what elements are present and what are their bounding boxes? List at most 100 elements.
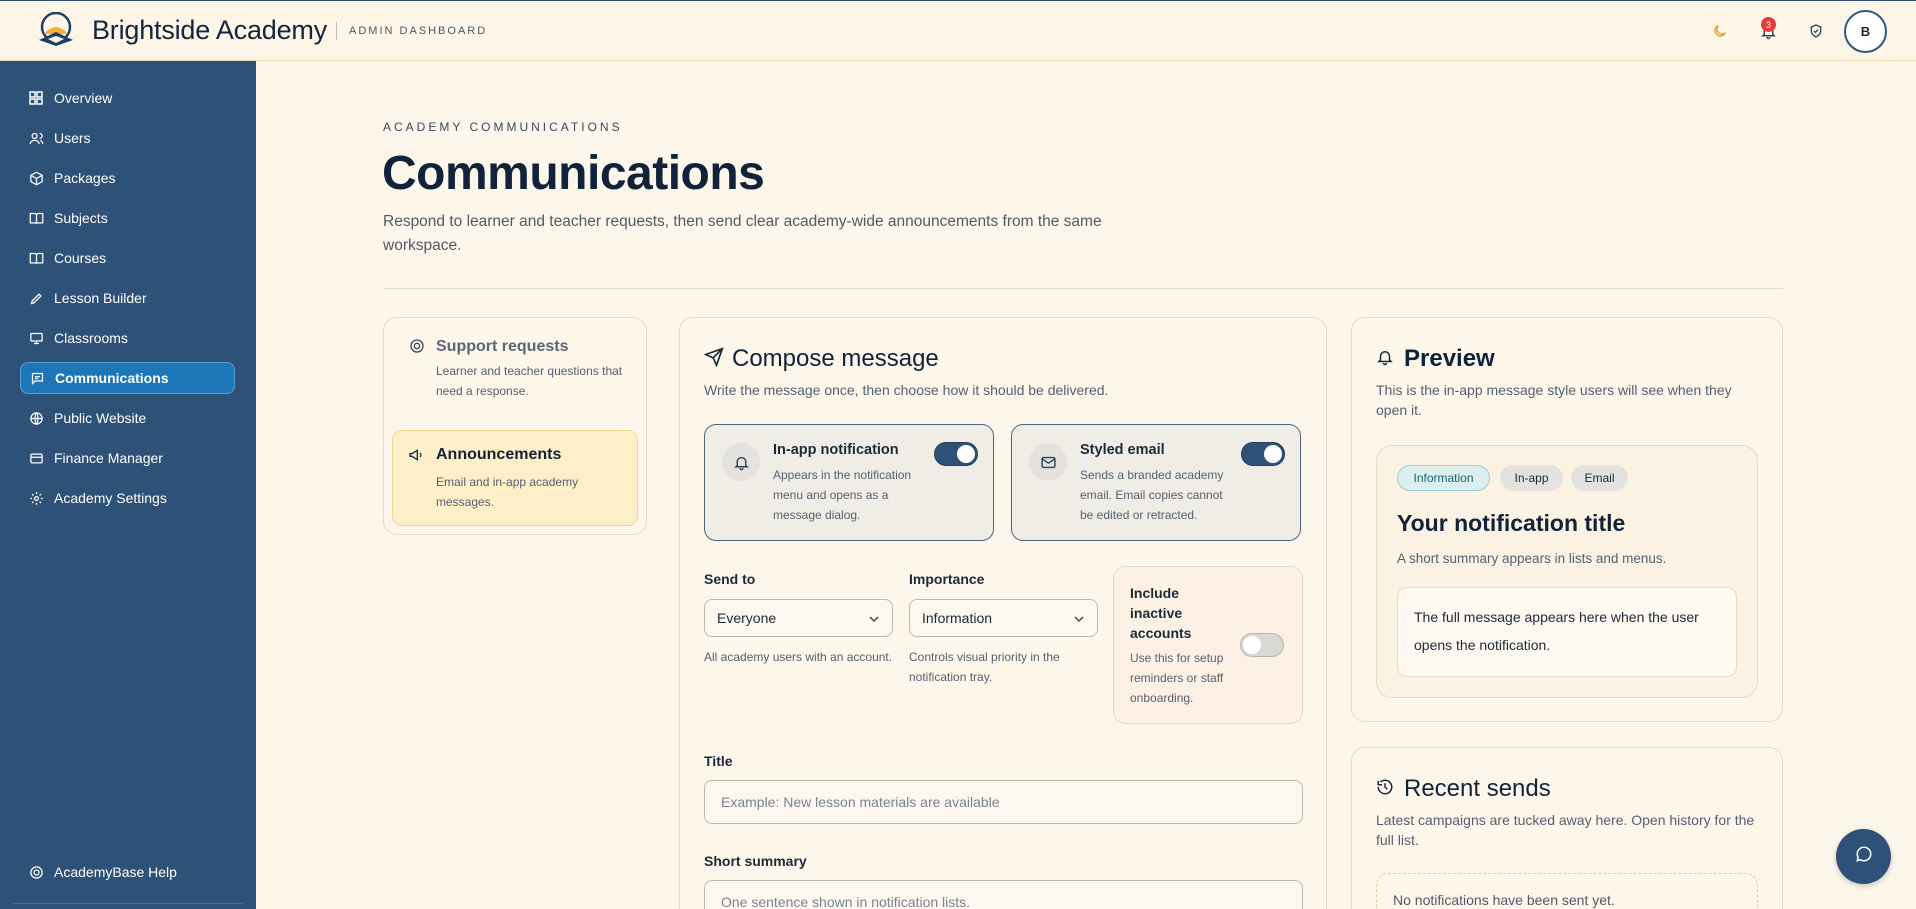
in-app-toggle[interactable] [934,442,978,466]
chevron-down-icon [1073,612,1085,628]
package-icon [28,170,44,186]
book-icon [28,250,44,266]
gear-icon [28,490,44,506]
channel-email[interactable]: Styled email Sends a branded academy ema… [1011,424,1301,541]
sidebar-item-label: Finance Manager [54,450,163,466]
title-input[interactable]: Example: New lesson materials are availa… [704,780,1303,824]
sidebar-item-courses[interactable]: Courses [20,242,235,274]
sidebar-item-label: Public Website [54,410,147,426]
users-icon [28,130,44,146]
tab-support-requests[interactable]: Support requests Learner and teacher que… [392,328,638,406]
inactive-accounts-help: Use this for setup reminders or staff on… [1130,651,1224,705]
message-icon [29,370,45,386]
sidebar-item-label: AcademyBase Help [54,864,177,880]
sidebar-item-label: Subjects [54,210,108,226]
sidebar-item-academy-settings[interactable]: Academy Settings [20,482,235,514]
book-open-icon [28,210,44,226]
chip-information: Information [1397,465,1490,491]
notification-body: The full message appears here when the u… [1397,587,1737,677]
recent-sends-title: Recent sends [1404,775,1551,802]
globe-icon [28,410,44,426]
sidebar: Overview Users Packages Subjects Courses… [0,61,256,909]
sidebar-item-public-website[interactable]: Public Website [20,402,235,434]
send-icon [703,347,724,372]
sidebar-item-label: Communications [55,370,169,386]
sidebar-item-packages[interactable]: Packages [20,162,235,194]
page-title: Communications [382,147,765,200]
tab-title: Announcements [436,446,562,463]
channel-title: Styled email [1080,442,1165,458]
inactive-accounts-toggle[interactable] [1240,633,1284,657]
top-bar: Brightside Academy ADMIN DASHBOARD 3 B [0,0,1916,61]
importance-select[interactable]: Information [909,599,1098,637]
bell-icon [722,443,760,481]
importance-help: Controls visual priority in the notifica… [909,650,1060,684]
grid-icon [28,90,44,106]
sidebar-item-label: Packages [54,170,116,186]
sidebar-item-label: Classrooms [54,330,128,346]
sidebar-item-users[interactable]: Users [20,122,235,154]
lifebuoy-icon [409,338,425,359]
megaphone-icon [408,447,424,468]
tab-description: Learner and teacher questions that need … [436,364,623,398]
send-to-value: Everyone [717,610,777,626]
sidebar-item-subjects[interactable]: Subjects [20,202,235,234]
compose-description: Write the message once, then choose how … [704,382,1109,398]
notification-summary: A short summary appears in lists and men… [1397,551,1667,566]
email-toggle[interactable] [1241,442,1285,466]
chip-in-app: In-app [1500,465,1563,491]
channel-description: Sends a branded academy email. Email cop… [1080,468,1224,522]
summary-placeholder: One sentence shown in notification lists… [721,894,971,909]
pencil-icon [28,290,44,306]
tab-title: Support requests [436,338,569,355]
sidebar-item-classrooms[interactable]: Classrooms [20,322,235,354]
lifebuoy-icon [28,864,44,880]
moon-icon[interactable] [1709,20,1731,42]
importance-value: Information [922,610,993,626]
wallet-icon [28,450,44,466]
preview-description: This is the in-app message style users w… [1376,382,1732,418]
history-icon [1376,778,1394,801]
user-avatar[interactable]: B [1844,10,1887,53]
sidebar-item-communications[interactable]: Communications [20,362,235,394]
bell-icon [1376,348,1394,371]
channel-in-app[interactable]: In-app notification Appears in the notif… [704,424,994,541]
chevron-down-icon [868,612,880,628]
title-label: Title [704,753,733,769]
academy-logo-icon[interactable] [36,11,76,50]
inactive-accounts-label: Include inactive accounts [1130,585,1192,641]
send-to-select[interactable]: Everyone [704,599,893,637]
chat-icon [1855,845,1873,868]
sidebar-item-help[interactable]: AcademyBase Help [20,856,235,888]
tab-description: Email and in-app academy messages. [436,475,579,509]
chat-button[interactable] [1836,829,1891,884]
brand-name[interactable]: Brightside Academy [92,15,327,46]
notification-count-badge: 3 [1761,17,1776,32]
channel-title: In-app notification [773,442,899,458]
chip-email: Email [1571,465,1628,491]
sidebar-item-lesson-builder[interactable]: Lesson Builder [20,282,235,314]
monitor-icon [28,330,44,346]
sidebar-item-finance-manager[interactable]: Finance Manager [20,442,235,474]
sidebar-item-label: Academy Settings [54,490,167,506]
notification-title: Your notification title [1397,510,1626,536]
sidebar-item-label: Users [54,130,91,146]
shield-icon[interactable] [1805,20,1827,42]
title-placeholder: Example: New lesson materials are availa… [721,794,1000,810]
page-eyebrow: ACADEMY COMMUNICATIONS [383,120,623,134]
sidebar-item-overview[interactable]: Overview [20,82,235,114]
send-to-help: All academy users with an account. [704,650,893,664]
preview-title: Preview [1404,345,1495,372]
recent-sends-description: Latest campaigns are tucked away here. O… [1376,812,1755,848]
brand-subtitle: ADMIN DASHBOARD [349,25,488,37]
recent-sends-empty: No notifications have been sent yet. [1376,873,1758,909]
brand-divider [336,22,337,40]
sidebar-item-label: Courses [54,250,107,266]
summary-label: Short summary [704,853,807,869]
sidebar-item-label: Lesson Builder [54,290,147,306]
header-divider [383,288,1783,289]
sidebar-divider [12,903,243,904]
tab-announcements[interactable]: Announcements Email and in-app academy m… [392,430,638,526]
summary-input[interactable]: One sentence shown in notification lists… [704,880,1303,909]
send-to-label: Send to [704,571,756,587]
